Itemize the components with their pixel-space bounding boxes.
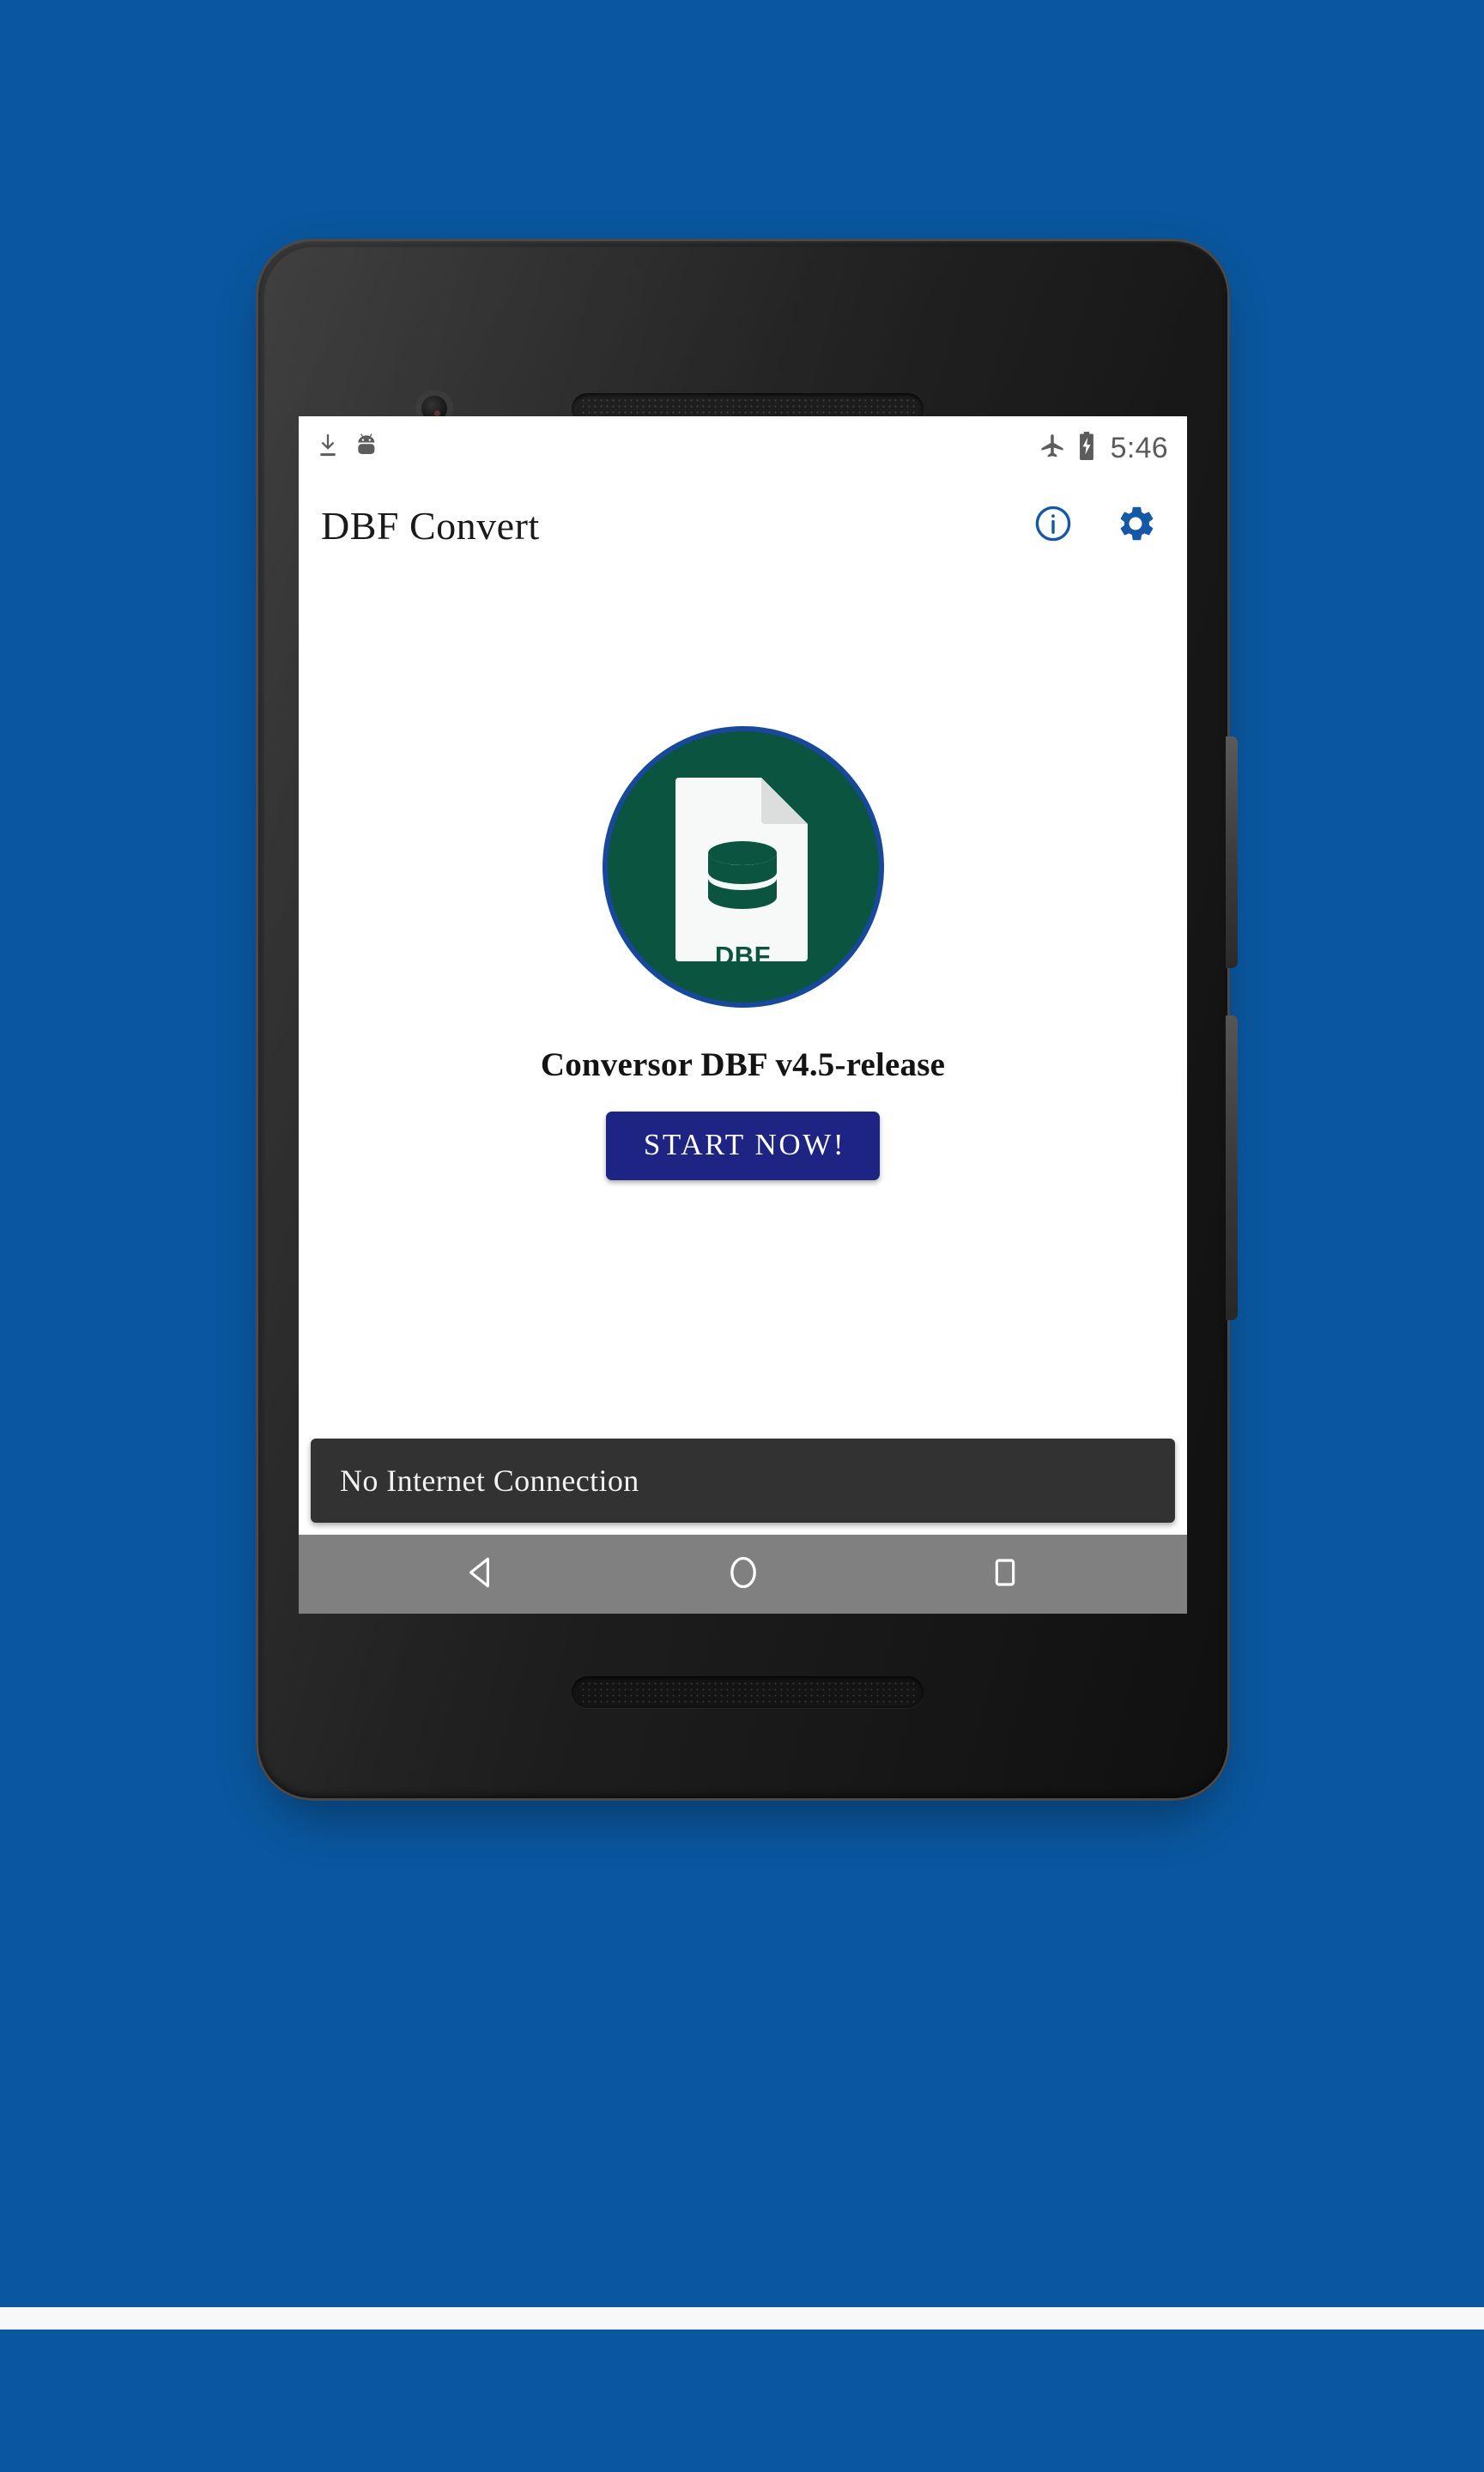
snackbar-message: No Internet Connection — [340, 1463, 639, 1498]
bottom-speaker-grille — [572, 1676, 924, 1708]
android-navigation-bar — [299, 1535, 1187, 1614]
settings-gear-icon — [1114, 502, 1157, 549]
database-cylinder-icon — [707, 841, 777, 909]
airplane-mode-icon — [1039, 433, 1066, 464]
download-icon — [316, 433, 340, 464]
nav-recents-button[interactable] — [966, 1536, 1044, 1613]
main-content: DBF Conversor DBF v4.5-release START NOW… — [299, 571, 1187, 1439]
nav-back-button[interactable] — [443, 1536, 520, 1613]
volume-rocker-button[interactable] — [1226, 1015, 1238, 1320]
android-head-icon — [354, 433, 380, 464]
dbf-document-icon — [675, 778, 808, 961]
power-button[interactable] — [1226, 736, 1238, 968]
phone-device: 5:46 DBF Convert DBF Conversor DBF v4.5-… — [256, 239, 1238, 1820]
back-triangle-icon — [463, 1554, 500, 1596]
app-title: DBF Convert — [321, 503, 540, 548]
settings-button[interactable] — [1113, 503, 1158, 548]
snackbar[interactable]: No Internet Connection — [311, 1439, 1175, 1523]
nav-home-button[interactable] — [705, 1536, 782, 1613]
status-bar-right-icons: 5:46 — [1039, 432, 1168, 465]
status-bar-clock: 5:46 — [1110, 431, 1168, 464]
app-bar-actions — [1031, 503, 1165, 548]
recents-square-icon — [988, 1555, 1022, 1594]
version-label: Conversor DBF v4.5-release — [540, 1046, 946, 1083]
app-bar: DBF Convert — [299, 480, 1187, 571]
info-button[interactable] — [1031, 503, 1075, 548]
start-now-button[interactable]: START NOW! — [605, 1112, 881, 1180]
status-bar: 5:46 — [299, 416, 1187, 480]
snackbar-container: No Internet Connection — [299, 1439, 1187, 1535]
phone-body: 5:46 DBF Convert DBF Conversor DBF v4.5-… — [256, 239, 1230, 1801]
dbf-app-logo: DBF — [602, 726, 884, 1008]
info-icon — [1033, 503, 1074, 548]
logo-badge-text: DBF — [714, 941, 772, 971]
home-circle-icon — [724, 1554, 762, 1596]
phone-screen: 5:46 DBF Convert DBF Conversor DBF v4.5-… — [299, 416, 1187, 1614]
status-bar-left-icons — [316, 433, 380, 464]
battery-charging-icon — [1077, 432, 1096, 464]
background-bottom-rule — [0, 2307, 1484, 2330]
